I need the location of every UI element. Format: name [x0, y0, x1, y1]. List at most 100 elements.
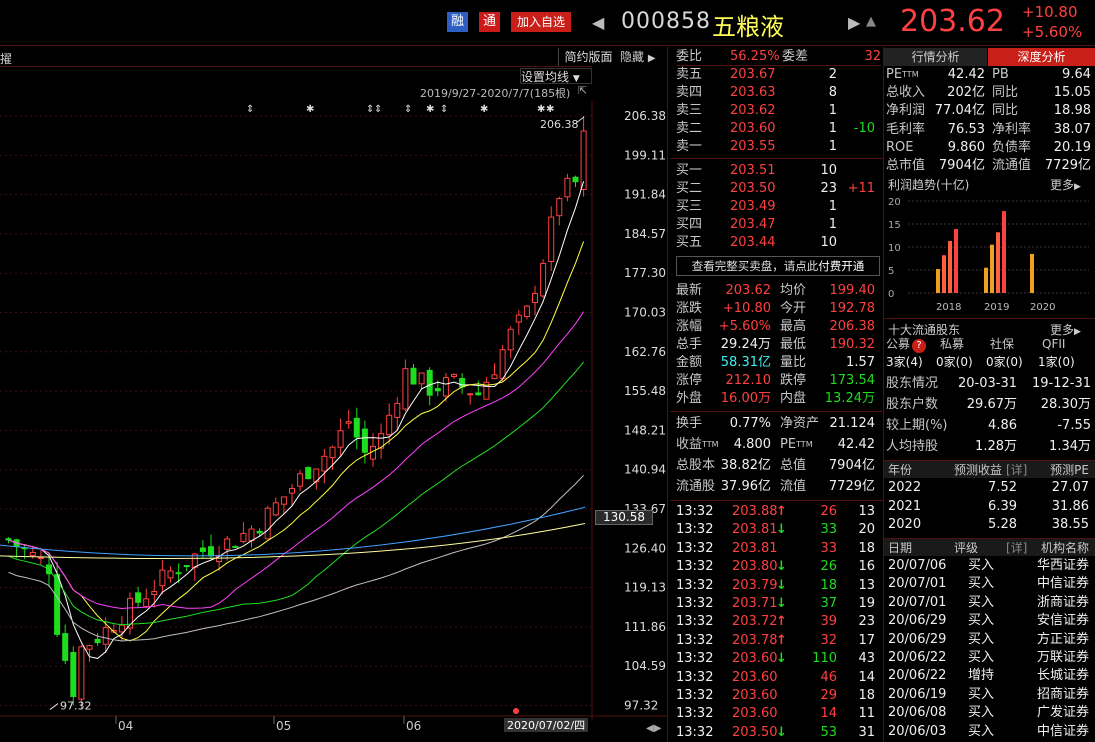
- price-tick: 148.21: [624, 423, 666, 437]
- prev-stock-icon[interactable]: ◀: [592, 13, 604, 32]
- rating-date: 20/06/19: [888, 686, 947, 702]
- header-cell: 评级: [954, 541, 979, 555]
- event-marker-icon[interactable]: ⇕: [246, 104, 254, 115]
- ma-line: [8, 181, 585, 659]
- tick-volume: 33: [820, 522, 837, 538]
- rating-row[interactable]: 20/06/29 买入 安信证券: [884, 612, 1095, 630]
- fin-label: ROE: [886, 139, 914, 155]
- event-marker-icon[interactable]: ✱: [546, 104, 554, 115]
- rating-row[interactable]: 20/06/22 买入 万联证券: [884, 649, 1095, 667]
- tick-volume: 18: [820, 577, 837, 593]
- event-marker-icon[interactable]: ✱: [306, 104, 314, 115]
- level-change: +11: [847, 181, 875, 196]
- candle-body: [426, 369, 433, 396]
- expand-icon: ▶: [647, 53, 656, 64]
- profit-bar: [1030, 253, 1034, 293]
- candle-body: [580, 130, 587, 191]
- tab-deep-analysis[interactable]: 深度分析: [988, 48, 1095, 66]
- holder-types-row: 公募? 私募 社保 QFII: [886, 335, 1093, 353]
- profit-ytick: 0: [888, 289, 894, 300]
- event-marker-icon[interactable]: ⇕: [404, 104, 412, 115]
- rating-row[interactable]: 20/06/08 买入 广发证券: [884, 704, 1095, 722]
- rating-row[interactable]: 20/06/03 买入 中信证券: [884, 723, 1095, 741]
- level-volume: 10: [820, 235, 837, 250]
- asks-row[interactable]: 卖五 203.67 2: [676, 66, 881, 84]
- rating-row[interactable]: 20/07/01 买入 浙商证券: [884, 594, 1095, 612]
- rating-row[interactable]: 20/06/22 增持 长城证券: [884, 667, 1095, 685]
- tick-time: 13:32: [676, 706, 714, 722]
- event-marker-icon[interactable]: ✱: [426, 104, 434, 115]
- tick-price: 203.60: [732, 669, 778, 685]
- event-marker-icon[interactable]: ⇕: [374, 104, 382, 115]
- tick-count: 19: [858, 596, 875, 611]
- tick-row: 13:32 203.60 14 11: [676, 705, 881, 723]
- candlestick-chart[interactable]: 206.38 199.11 191.84 184.57 177.30 170.03 162.…: [0, 100, 668, 742]
- quote-row: 换手 0.77% 净资产 21.124: [676, 415, 881, 433]
- rating-row[interactable]: 20/06/29 买入 方正证券: [884, 631, 1095, 649]
- level-label: 卖一: [676, 139, 703, 154]
- ma-line: [8, 311, 585, 610]
- event-dot-icon[interactable]: [513, 708, 519, 714]
- chart-top-divider: [0, 66, 592, 67]
- rating-row[interactable]: 20/07/01 买入 中信证券: [884, 575, 1095, 593]
- rating-row[interactable]: 20/07/06 买入 华西证券: [884, 557, 1095, 575]
- fin-label: 总市值: [886, 158, 926, 173]
- asks-row[interactable]: 卖三 203.62 1: [676, 102, 881, 120]
- rating-org: 中信证券: [1036, 723, 1089, 739]
- holder-type-wrap: QFII: [1042, 335, 1065, 353]
- bids-row[interactable]: 买四 203.47 1: [676, 216, 881, 234]
- hide-button[interactable]: 隐藏 ▶: [620, 48, 666, 66]
- quote-value: 4.800: [733, 437, 771, 452]
- candle-body: [208, 546, 214, 557]
- rating-row[interactable]: 20/06/19 买入 招商证券: [884, 686, 1095, 704]
- connect-badge[interactable]: 通: [479, 12, 501, 32]
- quote-label: 流通股: [676, 479, 716, 494]
- price-tick: 111.86: [624, 620, 666, 634]
- tick-price: 203.60: [732, 651, 778, 667]
- candle-body: [248, 528, 255, 542]
- rating-grade: 买入: [968, 686, 995, 702]
- quote-row: 涨幅 +5.60% 最高 206.38: [676, 318, 881, 336]
- asks-row[interactable]: 卖二 203.60 1 -10: [676, 120, 881, 138]
- event-marker-icon[interactable]: ✱: [480, 104, 488, 115]
- full-book-promo[interactable]: 查看完整买卖盘，请点此付费开通: [676, 256, 880, 276]
- holder-type: QFII: [1042, 337, 1066, 351]
- forecast-year: 2020: [888, 517, 922, 532]
- bids-row[interactable]: 买二 203.50 23 +11: [676, 180, 881, 198]
- help-icon[interactable]: ?: [912, 339, 927, 353]
- tick-volume: 110: [812, 651, 837, 667]
- tick-row: 13:32 203.60 46 14: [676, 669, 881, 687]
- level-price: 203.55: [730, 139, 776, 154]
- bids-row[interactable]: 买三 203.49 1: [676, 198, 881, 216]
- tick-time: 13:32: [676, 522, 714, 538]
- quote-label: 总股本: [676, 458, 716, 473]
- asks-row[interactable]: 卖四 203.63 8: [676, 84, 881, 102]
- level-label: 买四: [676, 217, 703, 232]
- event-marker-icon[interactable]: ✱: [537, 104, 545, 115]
- fin-label: 净利润: [886, 103, 926, 119]
- tick-time: 13:32: [676, 688, 714, 703]
- next-stock-icon[interactable]: ▶: [848, 13, 860, 32]
- bell-icon[interactable]: ▲: [866, 14, 876, 29]
- scroll-arrows[interactable]: ◀▶: [646, 723, 661, 734]
- header-cell: 预测收益: [954, 463, 1003, 477]
- bids-row[interactable]: 买五 203.44 10: [676, 234, 881, 252]
- forecast-row: 2022 7.52 27.07: [884, 479, 1095, 497]
- fin-label: 同比: [992, 85, 1019, 101]
- pin-icon[interactable]: ⇱: [578, 84, 587, 97]
- tab-market-analysis[interactable]: 行情分析: [884, 48, 987, 66]
- bids-row[interactable]: 买一 203.51 10: [676, 162, 881, 180]
- asks-row[interactable]: 卖一 203.55 1: [676, 138, 881, 156]
- margin-trading-badge[interactable]: 融: [447, 12, 469, 32]
- tick-volume: 53: [820, 724, 837, 740]
- tick-count: 18: [858, 688, 875, 703]
- add-watchlist-button[interactable]: 加入自选: [511, 12, 572, 32]
- arrow-down-icon: ↓: [776, 724, 787, 740]
- event-marker-icon[interactable]: ⇕: [440, 104, 448, 115]
- tick-price: 203.81: [732, 540, 778, 556]
- simple-layout-button[interactable]: 简约版面: [558, 48, 618, 66]
- quote-label: 换手: [676, 416, 703, 431]
- fin-value: 7904亿: [938, 158, 985, 173]
- forecast-header: 年份 预测收益 [详] 预测PE: [884, 460, 1095, 478]
- set-ma-button[interactable]: 设置均线 ▼: [520, 68, 592, 84]
